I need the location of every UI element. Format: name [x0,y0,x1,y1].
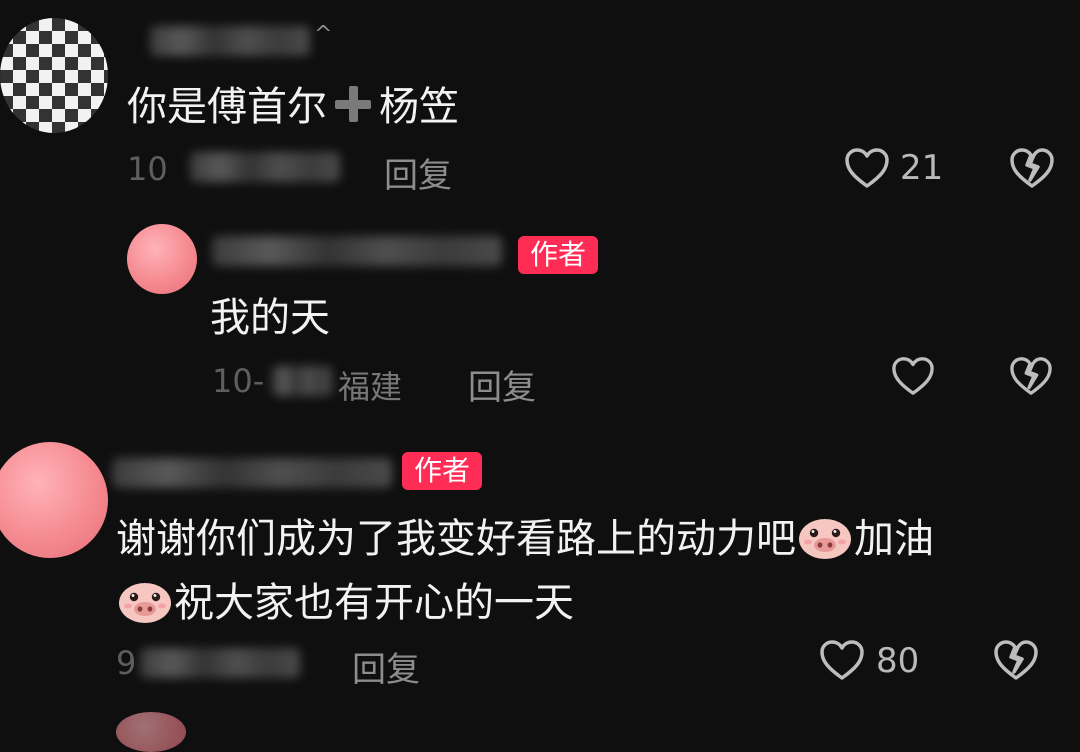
comment-text: 我的天 [210,295,330,341]
comment-date: 10- [212,362,265,400]
commenter-avatar[interactable] [0,18,108,133]
heart-icon[interactable] [890,355,936,397]
next-avatar-partial[interactable] [116,712,186,752]
location-blurred [140,648,300,678]
pig-emoji-icon [799,519,851,559]
comment-text-line-2: 祝大家也有开心的一天 [116,578,574,624]
reply-button[interactable]: 回复 [468,360,536,409]
author-username-blurred[interactable] [212,236,502,266]
plus-icon [333,84,373,124]
dislike-icon[interactable] [1008,355,1054,397]
comment-location: 福建 [338,368,403,406]
username-blurred[interactable] [150,26,310,56]
dislike-icon[interactable] [992,638,1040,682]
like-count: 80 [876,641,920,681]
author-avatar[interactable] [127,224,197,294]
comment-date: 9 [116,644,137,682]
author-badge: 作者 [518,236,599,274]
author-avatar[interactable] [0,442,108,558]
heart-icon[interactable] [818,638,866,682]
reply-button[interactable]: 回复 [384,148,452,197]
heart-icon[interactable] [843,146,891,190]
comment-text-line-1: 谢谢你们成为了我变好看路上的动力吧 加油 [116,516,934,562]
expand-caret-icon: ^ [314,22,333,47]
author-badge: 作者 [402,452,483,490]
location-blurred [190,152,340,182]
reply-button[interactable]: 回复 [352,642,420,691]
like-count: 21 [900,148,944,188]
author-username-blurred[interactable] [112,458,392,488]
comment-date: 10 [127,150,168,188]
dislike-icon[interactable] [1008,146,1056,190]
location-blurred [272,366,332,396]
comment-text: 你是傅首尔 杨笠 [127,84,459,130]
pig-emoji-icon [119,583,171,623]
